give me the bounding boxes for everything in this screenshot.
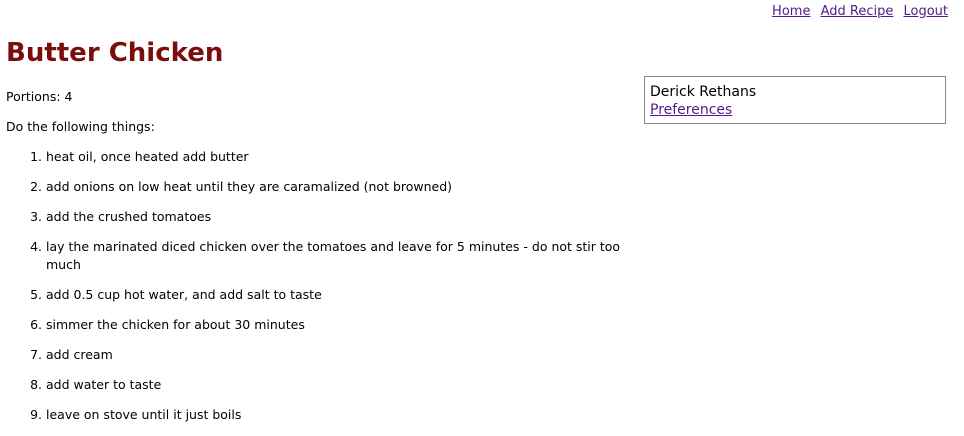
step-item: add cream — [46, 346, 626, 364]
add-recipe-link[interactable]: Add Recipe — [821, 4, 894, 19]
step-item: add onions on low heat until they are ca… — [46, 178, 626, 196]
step-item: leave on stove until it just boils — [46, 406, 626, 424]
step-item: add water to taste — [46, 376, 626, 394]
step-item: add the crushed tomatoes — [46, 208, 626, 226]
preferences-link[interactable]: Preferences — [650, 102, 732, 118]
instructions-intro: Do the following things: — [6, 119, 155, 134]
recipe-content: Portions: 4 Do the following things: hea… — [6, 88, 626, 436]
steps-list: heat oil, once heated add butter add oni… — [6, 148, 626, 424]
step-item: add 0.5 cup hot water, and add salt to t… — [46, 286, 626, 304]
user-name: Derick Rethans — [650, 84, 757, 100]
user-box: Derick Rethans Preferences — [644, 76, 946, 124]
portions-text: Portions: 4 — [6, 89, 73, 104]
logout-link[interactable]: Logout — [903, 4, 948, 19]
page-title: Butter Chicken — [6, 38, 224, 68]
home-link[interactable]: Home — [772, 4, 810, 19]
step-item: simmer the chicken for about 30 minutes — [46, 316, 626, 334]
step-item: lay the marinated diced chicken over the… — [46, 238, 626, 274]
top-navigation: Home Add Recipe Logout — [766, 4, 948, 19]
step-item: heat oil, once heated add butter — [46, 148, 626, 166]
